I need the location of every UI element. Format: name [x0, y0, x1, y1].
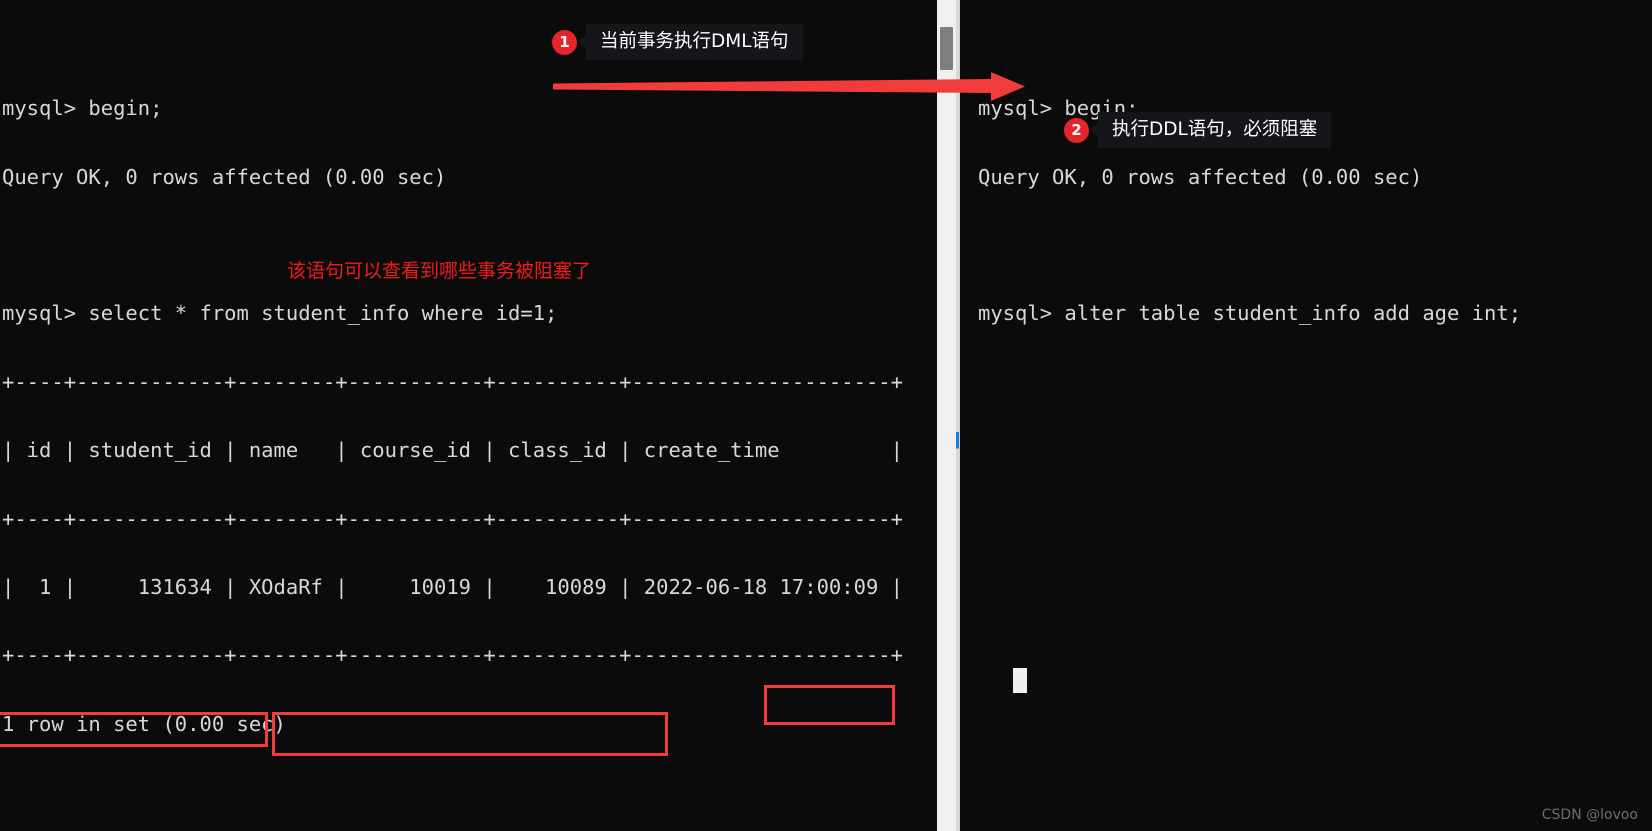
- terminal-line: +----+------------+--------+-----------+…: [2, 369, 903, 394]
- red-arrow-icon: [553, 72, 1025, 101]
- terminal-right-output: mysql> begin; Query OK, 0 rows affected …: [960, 52, 1652, 371]
- callout-2-badge: 2: [1064, 117, 1089, 143]
- callout-1-badge: 1: [552, 29, 577, 55]
- text-cursor-block: [1013, 668, 1027, 693]
- red-inline-note: 该语句可以查看到哪些事务被阻塞了: [287, 260, 592, 282]
- terminal-line: | id | student_id | name | course_id | c…: [2, 438, 903, 463]
- terminal-line: +----+------------+--------+-----------+…: [2, 506, 903, 531]
- callout-1-text: 当前事务执行DML语句: [586, 24, 803, 61]
- terminal-line: mysql> select * from student_info where …: [2, 301, 558, 326]
- terminal-line: Query OK, 0 rows affected (0.00 sec): [2, 164, 447, 189]
- vertical-scrollbar-thumb[interactable]: [940, 27, 953, 70]
- callout-2-text: 执行DDL语句，必须阻塞: [1098, 112, 1332, 149]
- terminal-line: Query OK, 0 rows affected (0.00 sec): [978, 164, 1423, 189]
- terminal-line: +----+------------+--------+-----------+…: [2, 643, 903, 668]
- screenshot-root: mysql> begin; Query OK, 0 rows affected …: [0, 0, 1652, 831]
- highlight-box-metadata-lock: [0, 712, 268, 747]
- highlight-box-waiting-state: [764, 685, 895, 725]
- terminal-line: | 1 | 131634 | XOdaRf | 10019 | 10089 | …: [2, 574, 903, 599]
- highlight-box-alter-statement: [272, 712, 668, 756]
- scrollbar-position-marker: [956, 0, 959, 831]
- callout-1: 1 当前事务执行DML语句: [552, 24, 803, 61]
- terminal-line: mysql> alter table student_info add age …: [978, 301, 1522, 326]
- watermark-label: CSDN @lovoo: [1541, 807, 1638, 823]
- callout-2: 2 执行DDL语句，必须阻塞: [1064, 112, 1332, 149]
